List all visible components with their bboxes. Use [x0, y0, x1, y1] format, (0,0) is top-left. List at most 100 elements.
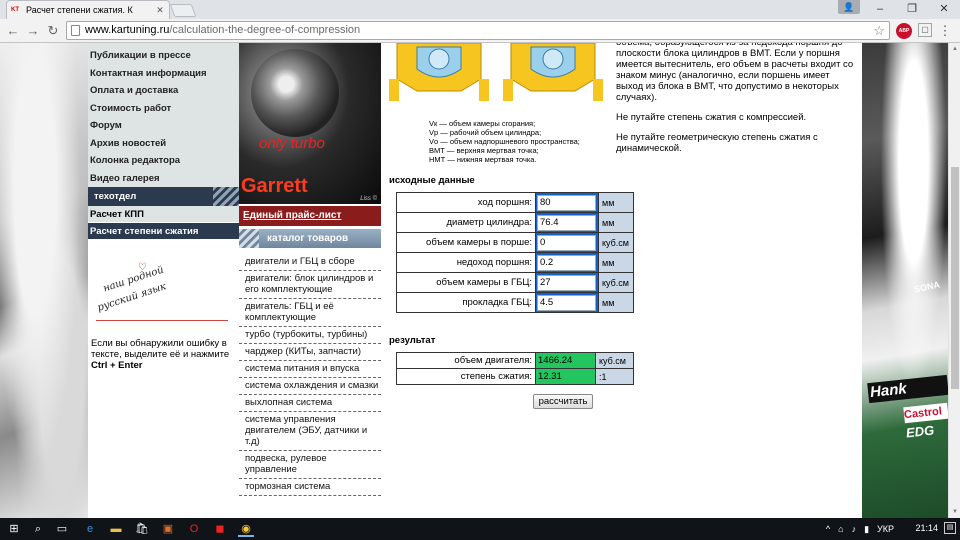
input-label: объем камеры в ГБЦ: — [396, 272, 536, 293]
result-unit: :1 — [595, 368, 634, 385]
sidebar-item-pricing[interactable]: Стоимость работ — [88, 99, 239, 117]
back-arrow-icon[interactable]: ← — [4, 22, 22, 40]
scroll-up-icon[interactable]: ▲ — [949, 43, 960, 55]
sidebar-item-contacts[interactable]: Контактная информация — [88, 64, 239, 82]
browser-tab[interactable]: KT Расчет степени сжатия. К ✕ — [6, 0, 170, 19]
bore-input[interactable] — [537, 214, 596, 231]
stripes-decoration — [239, 229, 259, 248]
volume-icon[interactable]: ♪ — [852, 524, 857, 534]
search-icon[interactable]: ⌕ — [30, 521, 46, 537]
price-list-link[interactable]: Единый прайс-лист — [239, 206, 381, 226]
legend-item: Vо — объем надпоршневого пространства; — [429, 137, 580, 146]
catalog-item[interactable]: подвеска, рулевое управление — [239, 451, 381, 479]
tab-title: Расчет степени сжатия. К — [26, 5, 133, 15]
close-window-icon[interactable]: ✕ — [928, 0, 960, 19]
catalog-item[interactable]: двигатели: блок цилиндров и его комплект… — [239, 271, 381, 299]
sidebar-item-gearbox-calc[interactable]: Расчет КПП — [88, 206, 239, 223]
sidebar-item-forum[interactable]: Форум — [88, 117, 239, 135]
extension-icon[interactable]: ▢ — [918, 23, 932, 37]
background-image-left — [0, 43, 88, 518]
combustion-chamber-diagram-1 — [389, 43, 489, 101]
scrollbar-thumb[interactable] — [951, 167, 959, 389]
notifications-icon[interactable]: ▤ — [944, 522, 956, 534]
catalog-item[interactable]: система питания и впуска — [239, 361, 381, 378]
profile-icon[interactable]: 👤 — [838, 0, 860, 14]
input-row-gasket: прокладка ГБЦ: мм — [396, 292, 634, 313]
input-cell — [535, 252, 599, 273]
catalog-item[interactable]: двигатель: ГБЦ и её комплектующие — [239, 299, 381, 327]
error-note-keys: Ctrl + Enter — [91, 360, 143, 371]
file-explorer-icon[interactable]: ▬ — [108, 521, 124, 537]
minimize-icon[interactable]: – — [864, 0, 896, 19]
piston-volume-input[interactable] — [537, 234, 596, 251]
result-header: результат — [389, 335, 436, 346]
catalog-item[interactable]: тормозная система — [239, 479, 381, 496]
input-label: прокладка ГБЦ: — [396, 292, 536, 313]
bookmark-star-icon[interactable]: ☆ — [873, 22, 885, 39]
sidebar-item-editor-column[interactable]: Колонка редактора — [88, 152, 239, 170]
start-icon[interactable]: ⊞ — [6, 521, 22, 537]
diagram-legend: Vк — объем камеры сгорания; Vр — рабочий… — [429, 119, 609, 164]
head-volume-input[interactable] — [537, 274, 596, 291]
source-data-header: исходные данные — [389, 175, 475, 186]
tray-up-arrow-icon[interactable]: ^ — [826, 524, 830, 534]
catalog-column: only turbo Garrett Liss © Единый прайс-л… — [239, 43, 381, 518]
sidebar-item-payment[interactable]: Оплата и доставка — [88, 82, 239, 100]
legend-item: Vр — рабочий объем цилиндра; — [429, 128, 542, 137]
page-scrollbar[interactable]: ▲ ▼ — [948, 43, 960, 518]
description-paragraph: объема, образующегося из-за недохода пор… — [616, 43, 854, 103]
windows-taskbar: ⊞ ⌕ ▭ e ▬ 🛍 ▣ O ◼ ◉ ^ ⌂ ♪ ▮ УКР 21:14 ▤ — [0, 518, 960, 540]
catalog-item[interactable]: система охлаждения и смазки — [239, 378, 381, 395]
calculate-button[interactable]: рассчитать — [533, 394, 593, 409]
sidebar-item-compression-calc[interactable]: Расчет степени сжатия — [88, 223, 239, 240]
garrett-banner[interactable]: only turbo Garrett Liss © — [239, 43, 381, 204]
network-icon[interactable]: ⌂ — [838, 524, 843, 534]
edge-icon[interactable]: e — [82, 521, 98, 537]
address-bar[interactable]: www.kartuning.ru/calculation-the-degree-… — [66, 21, 890, 40]
deck-clearance-input[interactable] — [537, 254, 596, 271]
stroke-input[interactable] — [537, 194, 596, 211]
sidebar-item-press[interactable]: Публикации в прессе — [88, 47, 239, 65]
input-unit: куб.см — [598, 232, 634, 253]
sidebar-item-news-archive[interactable]: Архив новостей — [88, 134, 239, 152]
input-cell — [535, 192, 599, 213]
restore-icon[interactable]: ❐ — [896, 0, 928, 19]
chrome-icon[interactable]: ◉ — [238, 521, 254, 537]
adblock-icon[interactable]: ABP — [896, 23, 912, 39]
media-icon[interactable]: ▣ — [160, 521, 176, 537]
scroll-down-icon[interactable]: ▼ — [949, 506, 960, 518]
input-row-deck-clearance: недоход поршня: мм — [396, 252, 634, 273]
section-header-tech: техотдел — [88, 187, 239, 206]
gasket-input[interactable] — [537, 294, 596, 311]
site-favicon-icon: KT — [11, 7, 19, 13]
catalog-item[interactable]: выхлопная система — [239, 395, 381, 412]
battery-icon[interactable]: ▮ — [864, 524, 869, 535]
reload-icon[interactable]: ↻ — [44, 22, 62, 40]
error-note-text: Если вы обнаружили ошибку в тексте, выде… — [91, 338, 230, 360]
store-icon[interactable]: 🛍 — [134, 521, 150, 537]
background-brand-edg: EDG — [905, 422, 935, 441]
input-unit: мм — [598, 252, 634, 273]
sidebar-item-video[interactable]: Видео галерея — [88, 169, 239, 187]
new-tab-button[interactable] — [169, 4, 197, 17]
left-sidebar: Публикации в прессе Контактная информаци… — [88, 43, 239, 518]
app-icon[interactable]: ◼ — [212, 521, 228, 537]
forward-arrow-icon[interactable]: → — [24, 22, 42, 40]
browser-toolbar: ← → ↻ www.kartuning.ru/calculation-the-d… — [0, 19, 960, 43]
catalog-item[interactable]: система управления двигателем (ЭБУ, датч… — [239, 412, 381, 451]
section-header-label: техотдел — [94, 191, 137, 202]
result-label: степень сжатия: — [396, 368, 536, 385]
clock[interactable]: 21:14 — [915, 523, 938, 533]
input-cell — [535, 292, 599, 313]
menu-icon[interactable]: ⋮ — [938, 23, 952, 39]
catalog-item[interactable]: турбо (турбокиты, турбины) — [239, 327, 381, 344]
result-unit: куб.см — [595, 352, 634, 369]
catalog-item[interactable]: двигатели и ГБЦ в сборе — [239, 254, 381, 271]
language-indicator[interactable]: УКР — [877, 524, 894, 534]
combustion-chamber-diagram-2 — [503, 43, 603, 101]
task-view-icon[interactable]: ▭ — [54, 521, 70, 537]
catalog-item[interactable]: чарджер (КИТы, запчасти) — [239, 344, 381, 361]
banner-brand: Garrett — [241, 175, 308, 197]
close-tab-icon[interactable]: ✕ — [155, 5, 165, 16]
opera-icon[interactable]: O — [186, 521, 202, 537]
